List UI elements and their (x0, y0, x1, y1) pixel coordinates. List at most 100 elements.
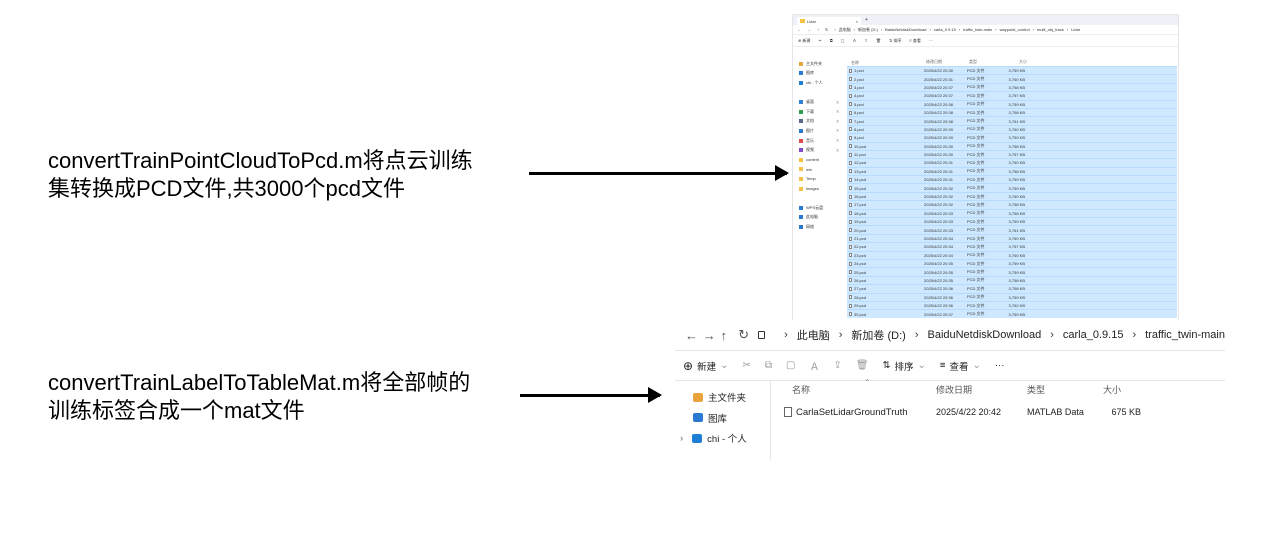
file-row[interactable]: 30.pcd 2025/4/22 20:37 PCD 文件 3,759 KB (847, 309, 1177, 318)
file-row[interactable]: 27.pcd 2025/4/22 20:36 PCD 文件 3,758 KB (847, 284, 1177, 293)
column-date[interactable]: 修改日期 (926, 59, 969, 66)
forward-icon[interactable]: → (807, 27, 811, 32)
view-button[interactable]: ≡ 查看 (909, 38, 920, 44)
new-button[interactable]: ⊕ 新建 (798, 38, 810, 44)
file-row[interactable]: 11.pcd 2025/4/22 20:30 PCD 文件 3,757 KB (847, 149, 1177, 159)
breadcrumb-item[interactable]: BaiduNetdiskDownload (885, 27, 926, 32)
back-icon[interactable]: ← (797, 27, 801, 32)
file-row[interactable]: 24.pcd 2025/4/22 20:35 PCD 文件 3,759 KB (847, 258, 1177, 268)
address-bar[interactable]: ← → ↑ ↻ › 此电脑 › 新加卷 (D:) › BaiduNetdiskDownlo… (793, 25, 1178, 35)
file-row[interactable]: 25.pcd 2025/4/22 20:35 PCD 文件 3,759 KB (847, 267, 1177, 276)
share-icon[interactable]: ⇪ (833, 360, 841, 371)
file-row[interactable]: CarlaSetLidarGroundTruth 2025/4/22 20:42… (779, 402, 1225, 422)
file-row[interactable]: 1.pcd 2025/4/22 20:30 PCD 文件 3,759 KB (847, 66, 1177, 75)
nav-item[interactable]: 音乐 ⊼ (799, 136, 843, 146)
file-row[interactable]: 2.pcd 2025/4/22 20:31 PCD 文件 3,760 KB (847, 74, 1177, 83)
file-row[interactable]: 15.pcd 2025/4/22 20:32 PCD 文件 3,759 KB (847, 183, 1177, 192)
file-row[interactable]: 28.pcd 2025/4/22 20:36 PCD 文件 3,759 KB (847, 292, 1177, 301)
file-row[interactable]: 14.pcd 2025/4/22 20:31 PCD 文件 3,759 KB (847, 175, 1177, 184)
file-row[interactable]: 4.pcd 2025/4/22 20:37 PCD 文件 3,757 KB (847, 91, 1177, 100)
sidebar-item[interactable]: › chi - 个人 (675, 428, 770, 449)
rename-icon[interactable]: Ａ (809, 358, 819, 373)
rename-icon[interactable]: Ａ (852, 38, 856, 44)
file-row[interactable]: 9.pcd 2025/4/22 20:39 PCD 文件 3,759 KB (847, 133, 1177, 142)
nav-item[interactable]: WPS云盘 (799, 203, 843, 213)
nav-item[interactable]: 文档 ⊼ (799, 117, 843, 127)
column-name[interactable]: 名称 (849, 59, 926, 66)
breadcrumb-item[interactable]: traffic_twin-main (963, 27, 992, 32)
column-name[interactable]: 名称 (779, 383, 936, 396)
tab-lidar[interactable]: Lidar × (797, 17, 861, 25)
file-row[interactable]: 19.pcd 2025/4/22 20:33 PCD 文件 3,759 KB (847, 217, 1177, 226)
column-size[interactable]: 大小 (1103, 383, 1153, 396)
share-icon[interactable]: ⇪ (864, 38, 867, 43)
cut-icon[interactable]: ✂ (742, 360, 750, 371)
add-tab-icon[interactable]: + (865, 17, 868, 23)
nav-item[interactable]: 桌面 ⊼ (799, 97, 843, 107)
breadcrumb-item[interactable]: 新加卷 (D:) (851, 327, 905, 343)
nav-item[interactable]: content (799, 155, 843, 165)
nav-item[interactable]: 此电脑 (799, 213, 843, 223)
up-icon[interactable]: ↑ (817, 27, 819, 32)
file-row[interactable]: 10.pcd 2025/4/22 20:30 PCD 文件 3,758 KB (847, 141, 1177, 150)
breadcrumb-item[interactable]: carla_0.9.15 (934, 27, 956, 32)
breadcrumb-item[interactable]: carla_0.9.15 (1063, 329, 1124, 341)
file-row[interactable]: 20.pcd 2025/4/22 20:33 PCD 文件 3,761 KB (847, 225, 1177, 234)
breadcrumb-item[interactable]: 新加卷 (D:) (858, 27, 878, 33)
file-row[interactable]: 8.pcd 2025/4/22 20:39 PCD 文件 3,760 KB (847, 124, 1177, 134)
refresh-icon[interactable]: ↻ (738, 327, 756, 343)
refresh-icon[interactable]: ↻ (825, 27, 828, 32)
file-row[interactable]: 16.pcd 2025/4/22 20:32 PCD 文件 3,760 KB (847, 191, 1177, 201)
nav-item[interactable]: images (799, 184, 843, 194)
file-row[interactable]: 22.pcd 2025/4/22 20:34 PCD 文件 3,757 KB (847, 242, 1177, 251)
paste-icon[interactable]: ▢ (786, 360, 795, 371)
breadcrumb-item[interactable]: 此电脑 (839, 27, 851, 33)
breadcrumb-item[interactable]: BaiduNetdiskDownload (927, 329, 1041, 341)
breadcrumb-item[interactable]: traffic_twin-main (1145, 329, 1225, 341)
nav-item[interactable]: win (799, 165, 843, 175)
file-row[interactable]: 18.pcd 2025/4/22 20:33 PCD 文件 3,758 KB (847, 208, 1177, 218)
sort-button[interactable]: ⇅ 排序 ⌄ (883, 359, 926, 373)
breadcrumb-item[interactable]: waypoint_control (1000, 27, 1030, 32)
breadcrumb-item[interactable]: Lidar (1071, 27, 1080, 32)
file-row[interactable]: 26.pcd 2025/4/22 20:35 PCD 文件 3,758 KB (847, 275, 1177, 285)
close-icon[interactable]: × (856, 19, 858, 24)
nav-item[interactable]: 图片 ⊼ (799, 126, 843, 136)
cut-icon[interactable]: ✂ (818, 38, 821, 43)
file-row[interactable]: 23.pcd 2025/4/22 20:34 PCD 文件 3,760 KB (847, 250, 1177, 259)
sort-button[interactable]: ⇅ 排序 (889, 38, 901, 44)
sidebar-item[interactable]: 图库 (675, 408, 770, 429)
breadcrumb-item[interactable]: multi_obj_track (1037, 27, 1064, 32)
paste-icon[interactable]: ▢ (841, 38, 845, 43)
column-date[interactable]: 修改日期 (936, 383, 1027, 396)
nav-item[interactable]: 网络 (799, 222, 843, 232)
back-icon[interactable]: ← (685, 328, 703, 343)
delete-icon[interactable]: 🗑 (856, 360, 869, 371)
copy-icon[interactable]: ⧉ (765, 360, 772, 371)
file-row[interactable]: 7.pcd 2025/4/22 20:38 PCD 文件 3,761 KB (847, 116, 1177, 125)
more-button[interactable]: ··· (929, 38, 933, 43)
file-row[interactable]: 6.pcd 2025/4/22 20:38 PCD 文件 3,758 KB (847, 107, 1177, 117)
new-button[interactable]: ⊕ 新建 ⌄ (683, 359, 728, 373)
more-button[interactable]: ··· (995, 360, 1005, 371)
file-row[interactable]: 12.pcd 2025/4/22 20:31 PCD 文件 3,760 KB (847, 158, 1177, 167)
delete-icon[interactable]: 🗑 (876, 38, 881, 43)
file-row[interactable]: 29.pcd 2025/4/22 20:36 PCD 文件 3,762 KB (847, 300, 1177, 310)
view-button[interactable]: ≡ 查看 ⌄ (940, 359, 981, 373)
nav-item[interactable]: 下载 ⊼ (799, 107, 843, 117)
column-type[interactable]: 类型 (969, 59, 999, 66)
nav-item[interactable]: 视频 ⊼ (799, 145, 843, 155)
forward-icon[interactable]: → (703, 328, 721, 343)
column-type[interactable]: 类型 (1027, 383, 1103, 396)
nav-item[interactable]: chi - 个人 (799, 78, 843, 88)
file-row[interactable]: 5.pcd 2025/4/22 20:38 PCD 文件 3,759 KB (847, 99, 1177, 108)
sidebar-item[interactable]: 主文件夹 (675, 387, 770, 408)
file-row[interactable]: 13.pcd 2025/4/22 20:31 PCD 文件 3,758 KB (847, 166, 1177, 176)
nav-item[interactable]: 主文件夹 (799, 59, 843, 69)
file-row[interactable]: 3.pcd 2025/4/22 20:37 PCD 文件 3,758 KB (847, 82, 1177, 92)
breadcrumb-item[interactable]: 此电脑 (797, 327, 830, 343)
copy-icon[interactable]: ⧉ (830, 38, 833, 43)
nav-item[interactable]: 图库 (799, 69, 843, 79)
chevron-right-icon[interactable]: › (680, 433, 683, 444)
file-row[interactable]: 21.pcd 2025/4/22 20:34 PCD 文件 3,760 KB (847, 233, 1177, 243)
